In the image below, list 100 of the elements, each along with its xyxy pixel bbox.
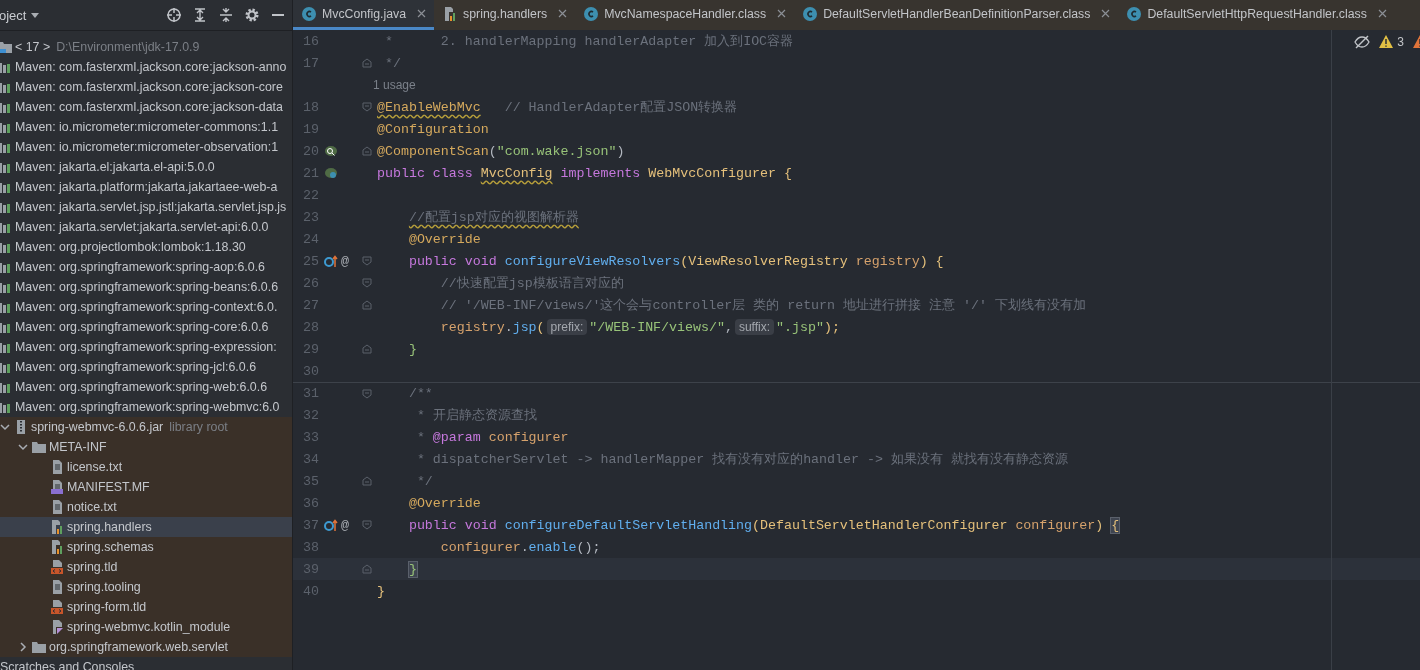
tree-item-label[interactable]: Maven: org.springframework:spring-beans:6.0.6 — [15, 280, 279, 294]
editor-tab[interactable]: MvcConfig.java — [293, 0, 435, 30]
tree-item-label[interactable]: Maven: jakarta.platform:jakarta.jakartaee-web-a — [15, 180, 278, 194]
fold-icon[interactable] — [362, 300, 372, 310]
settings-icon[interactable] — [244, 7, 260, 23]
tree-row[interactable]: Maven: org.springframework:spring-aop:6.0.6 — [0, 257, 292, 277]
fold-icon[interactable] — [362, 256, 372, 266]
tree-item-label[interactable]: Maven: org.springframework:spring-core:6.0.6 — [15, 320, 269, 334]
tree-row[interactable]: Maven: org.springframework:spring-core:6.0.6 — [0, 317, 292, 337]
tree-row[interactable]: notice.txt — [0, 497, 292, 517]
tree-row[interactable]: spring.handlers — [0, 517, 292, 537]
close-icon[interactable] — [417, 9, 427, 18]
tree-row[interactable]: spring-form.tld — [0, 597, 292, 617]
bean-icon[interactable] — [324, 166, 338, 180]
tree-row[interactable]: Maven: org.springframework:spring-web:6.0.6 — [0, 377, 292, 397]
tree-item-label[interactable]: Maven: io.micrometer:micrometer-observation:1 — [15, 140, 279, 154]
line-number: 25 — [302, 253, 319, 269]
fold-icon[interactable] — [362, 388, 372, 399]
annotation-marker[interactable]: @ — [341, 517, 349, 533]
tree-item-label[interactable]: Maven: org.springframework:spring-aop:6.0.6 — [15, 260, 265, 274]
usage-hint[interactable]: 1 usage — [293, 78, 416, 92]
close-icon[interactable] — [558, 9, 568, 18]
close-icon[interactable] — [1101, 9, 1111, 18]
fold-icon[interactable] — [362, 344, 372, 354]
tree-row[interactable]: Maven: org.springframework:spring-jcl:6.0.6 — [0, 357, 292, 377]
tree-row[interactable]: spring.tooling — [0, 577, 292, 597]
tree-item-label[interactable]: Maven: org.springframework:spring-jcl:6.0.6 — [15, 360, 257, 374]
tree-item-label[interactable]: Maven: org.springframework:spring-web:6.0.6 — [15, 380, 268, 394]
tree-item-label[interactable]: Maven: jakarta.servlet.jsp.jstl:jakarta.servlet.jsp.js — [15, 200, 287, 214]
tree-row[interactable]: Maven: org.projectlombok:lombok:1.18.30 — [0, 237, 292, 257]
tree-row[interactable]: Maven: org.springframework:spring-beans:6.0.6 — [0, 277, 292, 297]
panel-title[interactable]: oject — [0, 7, 27, 23]
fold-icon[interactable] — [362, 58, 372, 68]
warning-count[interactable]: 3 — [1397, 35, 1404, 49]
tree-row[interactable]: MANIFEST.MF — [0, 477, 292, 497]
tree-item-label[interactable]: org.springframework.web.servlet — [49, 640, 229, 654]
tree-item-label[interactable]: Maven: org.springframework:spring-webmvc:6.0 — [15, 400, 280, 414]
code-text: @Configuration — [377, 121, 489, 137]
annotation-marker[interactable]: @ — [341, 253, 349, 269]
tree-row[interactable]: Maven: jakarta.servlet.jsp.jstl:jakarta.servlet.jsp.js — [0, 197, 292, 217]
expand-all-icon[interactable] — [192, 7, 208, 23]
tree-item-label[interactable]: Maven: jakarta.el:jakarta.el-api:5.0.0 — [15, 160, 215, 174]
implements-icon[interactable] — [324, 254, 338, 268]
tree-row[interactable]: Maven: jakarta.el:jakarta.el-api:5.0.0 — [0, 157, 292, 177]
fold-icon[interactable] — [362, 146, 372, 156]
tree-item-label[interactable]: Maven: org.projectlombok:lombok:1.18.30 — [15, 240, 246, 254]
tree-row[interactable]: Maven: org.springframework:spring-webmvc:6.0 — [0, 397, 292, 417]
tree-row[interactable]: spring-webmvc-6.0.6.jar library root — [0, 417, 292, 437]
editor-tab[interactable]: DefaultServletHttpRequestHandler.class — [1118, 0, 1395, 30]
tree-item-label[interactable]: < 17 > — [15, 40, 51, 54]
tree-row[interactable]: META-INF — [0, 437, 292, 457]
close-icon[interactable] — [777, 9, 787, 18]
tree-item-label[interactable]: spring-form.tld — [67, 600, 147, 614]
tree-row[interactable]: Maven: io.micrometer:micrometer-observation:1 — [0, 137, 292, 157]
implements-icon[interactable] — [324, 518, 338, 532]
editor-tab[interactable]: spring.handlers — [434, 0, 576, 30]
eye-slash-icon[interactable] — [1354, 34, 1371, 50]
tree-row[interactable]: Maven: org.springframework:spring-context:6.0. — [0, 297, 292, 317]
tree-item-label[interactable]: META-INF — [49, 440, 107, 454]
tree-row[interactable]: Maven: io.micrometer:micrometer-commons:1.1 — [0, 117, 292, 137]
tree-item-label[interactable]: spring-webmvc.kotlin_module — [67, 620, 231, 634]
tree-item-label[interactable]: MANIFEST.MF — [67, 480, 150, 494]
tree-item-label[interactable]: notice.txt — [67, 500, 117, 514]
tree-row[interactable]: < 17 > D:\Environment\jdk-17.0.9 — [0, 37, 292, 57]
dropdown-caret-icon[interactable] — [30, 10, 41, 20]
bean-search-icon[interactable] — [324, 144, 338, 158]
tree-item-label[interactable]: spring.schemas — [67, 540, 154, 554]
collapse-all-icon[interactable] — [218, 7, 234, 23]
tree-item-label[interactable]: Maven: jakarta.servlet:jakarta.servlet-api:6.0.0 — [15, 220, 269, 234]
fold-icon[interactable] — [362, 102, 372, 112]
tree-row[interactable]: org.springframework.web.servlet — [0, 637, 292, 657]
tree-row[interactable]: spring.tld — [0, 557, 292, 577]
tree-item-label[interactable]: Maven: com.fasterxml.jackson.core:jackson-data — [15, 100, 283, 114]
fold-icon[interactable] — [362, 278, 372, 288]
tree-item-label[interactable]: spring.tooling — [67, 580, 141, 594]
tree-item-label[interactable]: spring-webmvc-6.0.6.jar — [31, 420, 164, 434]
tree-item-label[interactable]: Maven: com.fasterxml.jackson.core:jackson-anno — [15, 60, 287, 74]
tree-row[interactable]: Maven: com.fasterxml.jackson.core:jackson-data — [0, 97, 292, 117]
tree-row[interactable]: spring-webmvc.kotlin_module — [0, 617, 292, 637]
tree-item-label[interactable]: Maven: com.fasterxml.jackson.core:jackson-core — [15, 80, 283, 94]
tree-row[interactable]: Maven: jakarta.servlet:jakarta.servlet-api:6.0.0 — [0, 217, 292, 237]
tree-item-label[interactable]: spring.handlers — [67, 520, 152, 534]
tree-item-label[interactable]: spring.tld — [67, 560, 118, 574]
tree-row[interactable]: Maven: jakarta.platform:jakarta.jakartaee-web-a — [0, 177, 292, 197]
fold-icon[interactable] — [362, 520, 372, 530]
tree-item-label[interactable]: Maven: org.springframework:spring-context:6.0. — [15, 300, 278, 314]
tree-row[interactable]: spring.schemas — [0, 537, 292, 557]
tree-row[interactable]: Maven: org.springframework:spring-expression: — [0, 337, 292, 357]
tree-item-label[interactable]: license.txt — [67, 460, 123, 474]
tree-row[interactable]: Maven: com.fasterxml.jackson.core:jackson-anno — [0, 57, 292, 77]
editor-tab[interactable]: DefaultServletHandlerBeanDefinitionParser.class — [794, 0, 1119, 30]
fold-icon[interactable] — [362, 476, 372, 486]
tree-item-label[interactable]: Maven: io.micrometer:micrometer-commons:1.1 — [15, 120, 279, 134]
tree-item-label[interactable]: Maven: org.springframework:spring-expression: — [15, 340, 277, 354]
warning-icon[interactable] — [1378, 34, 1395, 50]
tree-row[interactable]: license.txt — [0, 457, 292, 477]
close-icon[interactable] — [1377, 9, 1387, 18]
crosshair-icon[interactable] — [166, 7, 182, 23]
tree-row[interactable]: Maven: com.fasterxml.jackson.core:jackson-core — [0, 77, 292, 97]
editor-tab[interactable]: MvcNamespaceHandler.class — [575, 0, 795, 30]
